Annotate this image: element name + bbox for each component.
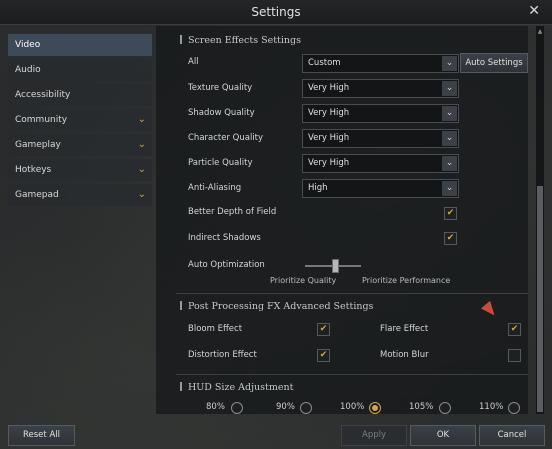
cancel-button[interactable]: Cancel: [479, 425, 545, 446]
sidebar-item-video[interactable]: Video: [8, 34, 152, 56]
hud-90-radio[interactable]: [300, 402, 312, 414]
auto-optimization-slider-handle[interactable]: [332, 259, 339, 273]
section-title-hud-size: HUD Size Adjustment: [180, 382, 293, 393]
sidebar-item-gameplay[interactable]: Gameplay ⌄: [8, 134, 152, 156]
particle-quality-label: Particle Quality: [188, 158, 253, 168]
chevron-down-icon: ⌄: [137, 139, 146, 150]
chevron-down-icon: ⌄: [442, 131, 457, 146]
character-quality-label: Character Quality: [188, 133, 264, 143]
shadow-quality-label: Shadow Quality: [188, 108, 255, 118]
texture-quality-dropdown[interactable]: Very High ⌄: [302, 79, 459, 98]
auto-settings-button[interactable]: Auto Settings: [460, 53, 528, 73]
chevron-down-icon: ⌄: [442, 181, 457, 196]
chevron-down-icon: ⌄: [137, 114, 146, 125]
reset-all-button[interactable]: Reset All: [8, 425, 75, 446]
sidebar-item-hotkeys[interactable]: Hotkeys ⌄: [8, 159, 152, 181]
window-title: Settings: [251, 5, 301, 19]
motion-blur-checkbox[interactable]: [508, 349, 521, 362]
anti-aliasing-dropdown[interactable]: High ⌄: [302, 179, 459, 198]
dropdown-value: Custom: [308, 58, 341, 68]
bloom-effect-checkbox[interactable]: ✔: [317, 323, 330, 336]
bloom-effect-label: Bloom Effect: [188, 324, 243, 334]
prioritize-performance-label: Prioritize Performance: [362, 276, 451, 285]
divider: [176, 374, 528, 375]
sidebar-item-label: Gamepad: [15, 190, 59, 200]
chevron-down-icon: ⌄: [137, 189, 146, 200]
motion-blur-label: Motion Blur: [380, 350, 429, 360]
dropdown-value: Very High: [308, 83, 350, 93]
section-title-screen-effects: Screen Effects Settings: [180, 35, 301, 46]
flare-effect-checkbox[interactable]: ✔: [508, 323, 521, 336]
sidebar-item-label: Gameplay: [15, 140, 61, 150]
particle-quality-dropdown[interactable]: Very High ⌄: [302, 154, 459, 173]
section-title-text: Screen Effects Settings: [188, 35, 301, 46]
section-title-text: Post Processing FX Advanced Settings: [188, 301, 374, 312]
dropdown-value: Very High: [308, 108, 350, 118]
hud-option-label: 80%: [206, 402, 225, 412]
sidebar-item-audio[interactable]: Audio: [8, 59, 152, 81]
divider: [176, 293, 528, 294]
hud-option-label: 110%: [479, 402, 504, 412]
settings-sidebar: Video Audio Accessibility Community ⌄ Gam…: [8, 34, 152, 209]
flare-effect-label: Flare Effect: [380, 324, 429, 334]
depth-of-field-checkbox[interactable]: ✔: [444, 207, 457, 220]
indirect-shadows-label: Indirect Shadows: [188, 233, 261, 243]
auto-optimization-label: Auto Optimization: [188, 260, 265, 270]
all-label: All: [188, 57, 199, 67]
sidebar-item-label: Community: [15, 115, 68, 125]
sidebar-item-community[interactable]: Community ⌄: [8, 109, 152, 131]
depth-of-field-label: Better Depth of Field: [188, 207, 277, 217]
character-quality-dropdown[interactable]: Very High ⌄: [302, 129, 459, 148]
chevron-down-icon: ⌄: [137, 164, 146, 175]
sidebar-item-label: Hotkeys: [15, 165, 52, 175]
chevron-down-icon: ⌄: [442, 56, 457, 71]
dropdown-value: High: [308, 183, 328, 193]
sidebar-item-accessibility[interactable]: Accessibility: [8, 84, 152, 106]
distortion-effect-checkbox[interactable]: ✔: [317, 349, 330, 362]
hud-100-radio[interactable]: [369, 402, 381, 414]
chevron-down-icon: ⌄: [442, 156, 457, 171]
dropdown-value: Very High: [308, 133, 350, 143]
all-quality-dropdown[interactable]: Custom ⌄: [302, 54, 459, 73]
sidebar-item-gamepad[interactable]: Gamepad ⌄: [8, 184, 152, 206]
scrollbar-thumb[interactable]: [537, 186, 543, 412]
hud-option-label: 105%: [409, 402, 434, 412]
hud-110-radio[interactable]: [508, 402, 520, 414]
ok-button[interactable]: OK: [410, 425, 476, 446]
prioritize-quality-label: Prioritize Quality: [270, 276, 337, 285]
section-title-post-processing: Post Processing FX Advanced Settings: [180, 301, 373, 312]
title-bar: Settings ✕: [0, 0, 552, 25]
hud-option-label: 100%: [340, 402, 365, 412]
scroll-up-icon[interactable]: ▲: [536, 28, 544, 36]
hud-option-label: 90%: [276, 402, 295, 412]
chevron-down-icon: ⌄: [442, 81, 457, 96]
section-title-text: HUD Size Adjustment: [188, 382, 294, 393]
indirect-shadows-checkbox[interactable]: ✔: [444, 232, 457, 245]
sidebar-item-label: Accessibility: [15, 90, 71, 100]
sidebar-item-label: Audio: [15, 65, 41, 75]
hud-105-radio[interactable]: [439, 402, 451, 414]
hud-80-radio[interactable]: [231, 402, 243, 414]
distortion-effect-label: Distortion Effect: [188, 350, 257, 360]
sidebar-item-label: Video: [15, 40, 41, 50]
close-icon[interactable]: ✕: [528, 3, 540, 19]
dropdown-value: Very High: [308, 158, 350, 168]
shadow-quality-dropdown[interactable]: Very High ⌄: [302, 104, 459, 123]
anti-aliasing-label: Anti-Aliasing: [188, 183, 242, 193]
apply-button[interactable]: Apply: [341, 425, 407, 446]
chevron-down-icon: ⌄: [442, 106, 457, 121]
texture-quality-label: Texture Quality: [188, 83, 253, 93]
